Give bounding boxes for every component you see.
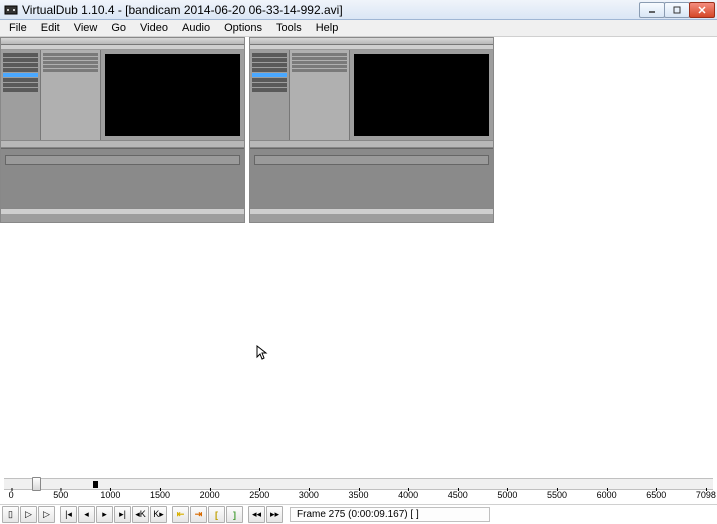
- ruler-tick: 4000: [398, 490, 418, 500]
- next-keyframe-button[interactable]: K▸: [150, 506, 167, 523]
- menu-edit[interactable]: Edit: [34, 21, 67, 35]
- ruler-tick: 6500: [646, 490, 666, 500]
- next-drop-button[interactable]: ⇥: [190, 506, 207, 523]
- input-video-pane[interactable]: [0, 37, 245, 223]
- ruler-tick: 3000: [299, 490, 319, 500]
- scene-prev-button[interactable]: ◂◂: [248, 506, 265, 523]
- prev-keyframe-button[interactable]: ◂K: [132, 506, 149, 523]
- app-icon: [4, 3, 18, 17]
- ruler-tick: 4500: [448, 490, 468, 500]
- close-button[interactable]: [689, 2, 715, 18]
- ruler-tick: 1000: [100, 490, 120, 500]
- go-end-button[interactable]: ▸|: [114, 506, 131, 523]
- menu-audio[interactable]: Audio: [175, 21, 217, 35]
- menubar: FileEditViewGoVideoAudioOptionsToolsHelp: [0, 20, 717, 37]
- timeline-marker: [93, 481, 98, 488]
- ruler-tick: 5500: [547, 490, 567, 500]
- ruler-tick: 2000: [200, 490, 220, 500]
- mark-in-button[interactable]: [: [208, 506, 225, 523]
- prev-drop-button[interactable]: ⇤: [172, 506, 189, 523]
- output-video-pane[interactable]: [249, 37, 494, 223]
- menu-file[interactable]: File: [2, 21, 34, 35]
- frame-info: Frame 275 (0:00:09.167) [ ]: [290, 507, 490, 522]
- ruler-tick: 5000: [497, 490, 517, 500]
- timeline-handle[interactable]: [32, 477, 41, 491]
- menu-help[interactable]: Help: [309, 21, 346, 35]
- ruler-tick: 3500: [348, 490, 368, 500]
- play-input-button[interactable]: ▷: [20, 506, 37, 523]
- mark-out-button[interactable]: ]: [226, 506, 243, 523]
- maximize-button[interactable]: [664, 2, 690, 18]
- play-output-button[interactable]: ▷: [38, 506, 55, 523]
- minimize-button[interactable]: [639, 2, 665, 18]
- video-panes: [0, 37, 717, 223]
- window-title: VirtualDub 1.10.4 - [bandicam 2014-06-20…: [22, 3, 640, 17]
- ruler-tick: 500: [53, 490, 68, 500]
- window-controls: [640, 2, 715, 18]
- scene-next-button[interactable]: ▸▸: [266, 506, 283, 523]
- next-frame-button[interactable]: ▸: [96, 506, 113, 523]
- menu-tools[interactable]: Tools: [269, 21, 309, 35]
- ruler-tick: 6000: [597, 490, 617, 500]
- mouse-cursor-icon: [256, 345, 268, 364]
- prev-frame-button[interactable]: ◂: [78, 506, 95, 523]
- content-area: [0, 37, 717, 478]
- ruler-tick: 1500: [150, 490, 170, 500]
- ruler-tick: 0: [9, 490, 14, 500]
- menu-options[interactable]: Options: [217, 21, 269, 35]
- stop-button[interactable]: ▯: [2, 506, 19, 523]
- titlebar: VirtualDub 1.10.4 - [bandicam 2014-06-20…: [0, 0, 717, 20]
- ruler-tick: 7098: [696, 490, 716, 500]
- bottom-panel: 0 500 1000 1500 2000 2500 3000 3500 4000 4500 5000…: [0, 478, 717, 524]
- menu-view[interactable]: View: [67, 21, 105, 35]
- menu-go[interactable]: Go: [104, 21, 133, 35]
- ruler-tick: 2500: [249, 490, 269, 500]
- go-start-button[interactable]: |◂: [60, 506, 77, 523]
- menu-video[interactable]: Video: [133, 21, 175, 35]
- playback-toolbar: ▯▷▷|◂◂▸▸|◂KK▸⇤⇥[]◂◂▸▸Frame 275 (0:00:09.…: [0, 504, 717, 524]
- timeline-ruler: 0 500 1000 1500 2000 2500 3000 3500 4000 4500 5000…: [4, 490, 713, 504]
